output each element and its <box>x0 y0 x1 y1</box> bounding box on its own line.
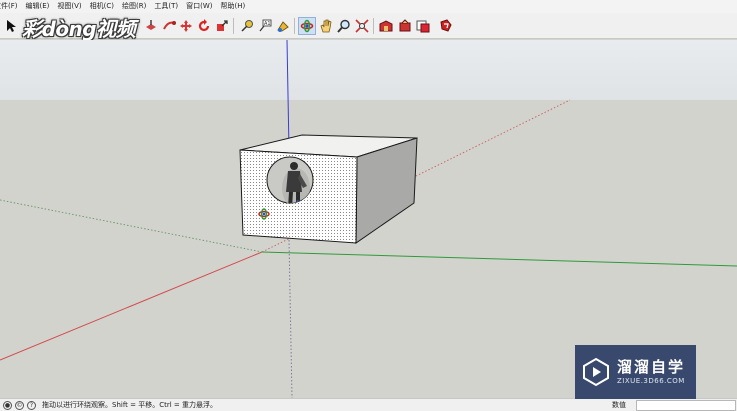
sketchup-window: 文件(F) 编辑(E) 视图(V) 相机(C) 绘图(R) 工具(T) 窗口(W… <box>0 0 737 411</box>
scale-tool[interactable] <box>213 17 231 35</box>
help-icon[interactable]: ? <box>27 400 36 410</box>
menu-edit[interactable]: 编辑(E) <box>22 0 54 13</box>
blue-axis <box>286 40 290 151</box>
tape-measure-icon <box>241 20 253 32</box>
toolbar-separator <box>294 18 295 34</box>
follow-me-tool[interactable] <box>160 17 178 35</box>
text-icon: A1 <box>259 19 272 32</box>
text-tool[interactable]: A1 <box>256 17 274 35</box>
components-tool[interactable] <box>414 17 432 35</box>
menu-view[interactable]: 视图(V) <box>53 0 85 13</box>
menu-window[interactable]: 窗口(W) <box>182 0 216 13</box>
play-logo-icon <box>583 357 609 387</box>
menu-bar: 文件(F) 编辑(E) 视图(V) 相机(C) 绘图(R) 工具(T) 窗口(W… <box>0 0 737 13</box>
status-bar: ● © ? 拖动以进行环绕观察。Shift = 平移。Ctrl = 重力悬浮。 … <box>0 398 737 411</box>
orbit-icon <box>300 19 314 33</box>
zoom-tool[interactable] <box>335 17 353 35</box>
zoom-extents-icon <box>355 19 369 33</box>
extension-warehouse-tool[interactable] <box>437 17 455 35</box>
zoom-icon <box>337 19 350 33</box>
menu-help[interactable]: 帮助(H) <box>216 0 249 13</box>
credits-icon[interactable]: © <box>15 400 24 410</box>
blue-axis-dotted <box>288 239 293 398</box>
move-tool[interactable] <box>177 17 195 35</box>
follow-me-icon <box>163 21 176 30</box>
green-axis <box>261 251 737 267</box>
measurements-label: 数值 <box>612 401 626 409</box>
tape-measure-tool[interactable] <box>238 17 256 35</box>
push-pull-icon <box>146 20 156 30</box>
video-watermark: 彩dòng视频 <box>22 16 136 41</box>
green-axis-dotted <box>0 199 263 253</box>
menu-file[interactable]: 文件(F) <box>0 0 22 13</box>
brand-name: 溜溜自学 <box>617 358 686 376</box>
zoom-extents-tool[interactable] <box>353 17 371 35</box>
menu-draw[interactable]: 绘图(R) <box>118 0 150 13</box>
pan-tool[interactable] <box>317 17 335 35</box>
rotate-icon <box>198 19 210 32</box>
red-axis <box>0 251 263 361</box>
geolocation-icon[interactable]: ● <box>3 400 12 410</box>
brand-url: ZIXUE.3D66.COM <box>617 377 685 385</box>
measurements-input[interactable] <box>636 400 736 411</box>
toolbar-separator <box>233 18 234 34</box>
components-icon <box>416 20 430 33</box>
scale-icon <box>217 20 228 31</box>
warehouse-tool[interactable] <box>377 17 395 35</box>
arrow-cursor-icon <box>7 20 16 32</box>
extension-warehouse-icon <box>440 19 452 32</box>
status-hint: 拖动以进行环绕观察。Shift = 平移。Ctrl = 重力悬浮。 <box>42 401 217 409</box>
orbit-tool[interactable] <box>298 17 316 35</box>
paint-icon <box>277 21 289 32</box>
move-icon <box>180 20 192 32</box>
brand-watermark: 溜溜自学 ZIXUE.3D66.COM <box>575 345 696 399</box>
share-model-tool[interactable] <box>396 17 414 35</box>
push-pull-tool[interactable] <box>142 17 160 35</box>
svg-text:A1: A1 <box>264 21 271 27</box>
paint-tool[interactable] <box>274 17 292 35</box>
share-model-icon <box>399 19 411 32</box>
rotate-tool[interactable] <box>195 17 213 35</box>
pan-hand-icon <box>320 19 332 33</box>
menu-tools[interactable]: 工具(T) <box>150 0 182 13</box>
menu-camera[interactable]: 相机(C) <box>86 0 118 13</box>
warehouse-icon <box>379 20 393 32</box>
select-tool[interactable] <box>2 17 20 35</box>
toolbar-separator <box>373 18 374 34</box>
